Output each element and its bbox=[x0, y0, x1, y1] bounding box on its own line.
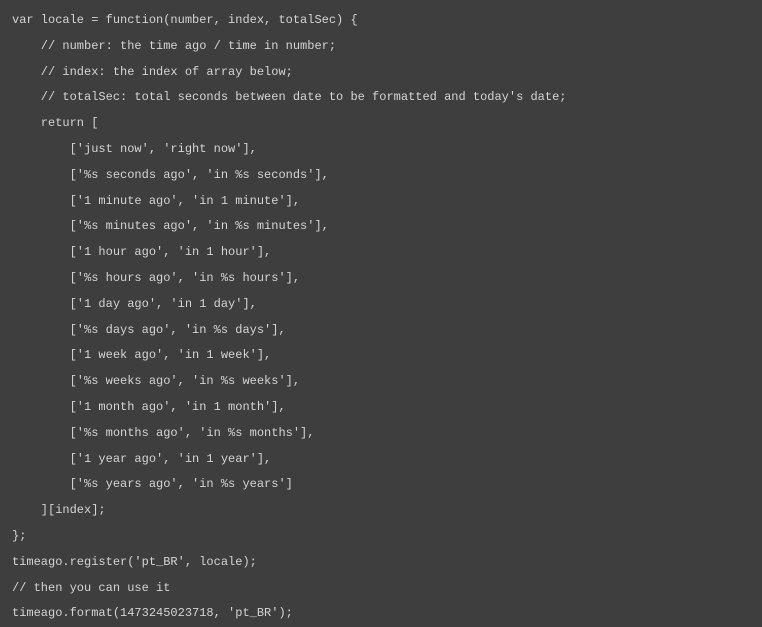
code-line: // number: the time ago / time in number… bbox=[12, 39, 336, 53]
code-line: ['%s weeks ago', 'in %s weeks'], bbox=[12, 374, 300, 388]
code-line: ['%s years ago', 'in %s years'] bbox=[12, 477, 293, 491]
code-line: ['just now', 'right now'], bbox=[12, 142, 257, 156]
code-line: ['%s minutes ago', 'in %s minutes'], bbox=[12, 219, 329, 233]
code-line: // totalSec: total seconds between date … bbox=[12, 90, 567, 104]
code-line: ['%s months ago', 'in %s months'], bbox=[12, 426, 314, 440]
code-line: ['1 month ago', 'in 1 month'], bbox=[12, 400, 286, 414]
code-line: ['%s hours ago', 'in %s hours'], bbox=[12, 271, 300, 285]
code-line: return [ bbox=[12, 116, 98, 130]
code-line: ['1 day ago', 'in 1 day'], bbox=[12, 297, 257, 311]
code-line: timeago.register('pt_BR', locale); bbox=[12, 555, 257, 569]
code-line: }; bbox=[12, 529, 26, 543]
code-line: // then you can use it bbox=[12, 581, 170, 595]
code-line: ['1 week ago', 'in 1 week'], bbox=[12, 348, 271, 362]
code-line: // index: the index of array below; bbox=[12, 65, 293, 79]
code-line: var locale = function(number, index, tot… bbox=[12, 13, 358, 27]
code-line: ['%s seconds ago', 'in %s seconds'], bbox=[12, 168, 329, 182]
code-line: timeago.format(1473245023718, 'pt_BR'); bbox=[12, 606, 293, 620]
code-line: ['1 hour ago', 'in 1 hour'], bbox=[12, 245, 271, 259]
code-line: ][index]; bbox=[12, 503, 106, 517]
code-line: ['%s days ago', 'in %s days'], bbox=[12, 323, 286, 337]
code-line: ['1 minute ago', 'in 1 minute'], bbox=[12, 194, 300, 208]
code-block: var locale = function(number, index, tot… bbox=[12, 8, 750, 627]
code-line: ['1 year ago', 'in 1 year'], bbox=[12, 452, 271, 466]
